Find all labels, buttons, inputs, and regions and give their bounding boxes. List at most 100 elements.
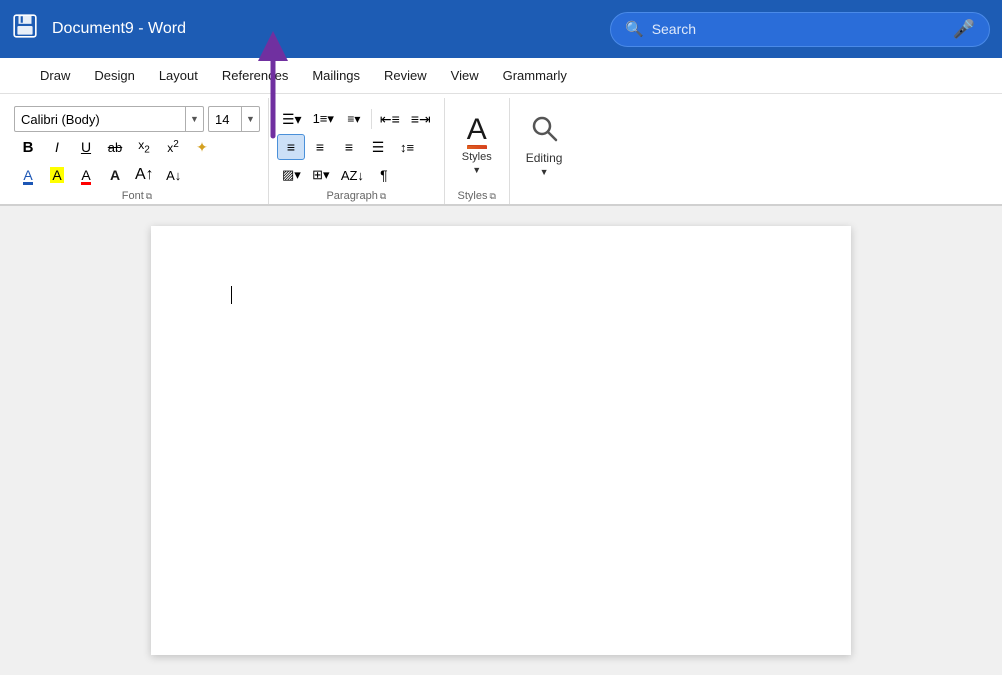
menu-item-design[interactable]: Design (82, 58, 146, 93)
menu-item-mailings[interactable]: Mailings (300, 58, 372, 93)
borders-icon: ⊞▾ (312, 167, 329, 183)
font-size-dropdown[interactable]: 14 ▼ (208, 106, 260, 132)
grow-font-icon: A↑ (135, 166, 154, 184)
menu-item-grammarly[interactable]: Grammarly (491, 58, 579, 93)
text-effects-icon: A (110, 167, 120, 183)
menu-bar: Draw Design Layout References Mailings R… (0, 58, 1002, 94)
font-section-label: Font (122, 190, 144, 202)
font-name-dropdown[interactable]: Calibri (Body) ▼ (14, 106, 204, 132)
superscript-button[interactable]: x2 (159, 134, 187, 160)
decrease-indent-button[interactable]: ⇤≡ (375, 106, 405, 132)
borders-button[interactable]: ⊞▾ (307, 162, 335, 188)
text-cursor (231, 286, 232, 304)
paragraph-section: ☰▾ 1≡▾ ≡▾ ⇤≡ ≡⇥ (269, 98, 445, 204)
justify-icon: ☰ (372, 139, 385, 156)
increase-indent-button[interactable]: ≡⇥ (406, 106, 436, 132)
font-size-value: 14 (209, 110, 241, 129)
italic-button[interactable]: I (43, 134, 71, 160)
search-input[interactable] (652, 21, 945, 37)
font-color2-button[interactable]: A (72, 162, 100, 188)
format-painter-icon: ✦ (196, 139, 208, 156)
document-page[interactable] (151, 226, 851, 655)
menu-item-references[interactable]: References (210, 58, 300, 93)
bullet-list-button[interactable]: ☰▾ (277, 106, 307, 132)
bullet-list-icon: ☰▾ (282, 111, 302, 128)
multilevel-list-button[interactable]: ≡▾ (340, 106, 368, 132)
menu-item-view[interactable]: View (439, 58, 491, 93)
decrease-indent-icon: ⇤≡ (380, 111, 400, 128)
styles-button[interactable]: A Styles ▼ (453, 112, 501, 178)
styles-section-label: Styles (458, 190, 488, 202)
font-expand-icon[interactable]: ⧉ (146, 191, 152, 202)
search-bar[interactable]: 🔍 🎤 (610, 12, 990, 47)
font-color-button[interactable]: A (14, 162, 42, 188)
menu-item-draw[interactable]: Draw (28, 58, 82, 93)
menu-item-review[interactable]: Review (372, 58, 439, 93)
styles-dropdown-icon: ▼ (472, 165, 481, 175)
font-size-arrow-icon: ▼ (241, 107, 259, 131)
line-spacing-button[interactable]: ↕≡ (393, 134, 421, 160)
title-bar: Document9 - Word 🔍 🎤 (0, 0, 1002, 58)
grow-font-button[interactable]: A↑ (130, 162, 159, 188)
strikethrough-button[interactable]: ab (101, 134, 129, 160)
styles-label: Styles (462, 151, 492, 163)
superscript-icon: x2 (167, 139, 179, 155)
align-center-button[interactable]: ≡ (306, 134, 334, 160)
justify-button[interactable]: ☰ (364, 134, 392, 160)
paragraph-section-label: Paragraph (326, 190, 377, 202)
text-effects-button[interactable]: A (101, 162, 129, 188)
editing-label: Editing (526, 151, 563, 165)
shading-icon: ▨▾ (282, 167, 301, 183)
save-icon[interactable] (12, 13, 38, 46)
font-section: Calibri (Body) ▼ 14 ▼ B (6, 98, 269, 204)
multilevel-list-icon: ≡▾ (347, 112, 360, 126)
show-formatting-icon: ¶ (380, 167, 388, 183)
bold-button[interactable]: B (14, 134, 42, 160)
subscript-button[interactable]: x2 (130, 134, 158, 160)
shrink-font-icon: A↓ (166, 168, 181, 183)
document-area[interactable] (0, 206, 1002, 675)
underline-icon: U (81, 139, 91, 155)
ribbon: Calibri (Body) ▼ 14 ▼ B (0, 94, 1002, 206)
shrink-font-button[interactable]: A↓ (160, 162, 188, 188)
font-name-value: Calibri (Body) (15, 110, 185, 129)
editing-button[interactable]: Editing ▼ (518, 111, 571, 180)
align-left-button[interactable]: ≡ (277, 134, 305, 160)
sort-button[interactable]: AZ↓ (336, 162, 369, 188)
numbered-list-button[interactable]: 1≡▾ (308, 106, 339, 132)
underline-button[interactable]: U (72, 134, 100, 160)
numbered-list-icon: 1≡▾ (313, 111, 334, 127)
text-highlight-icon: A (50, 167, 63, 183)
italic-icon: I (55, 139, 59, 155)
align-right-icon: ≡ (345, 139, 353, 155)
align-right-button[interactable]: ≡ (335, 134, 363, 160)
align-center-icon: ≡ (316, 139, 324, 155)
subscript-icon: x2 (138, 138, 150, 155)
shading-button[interactable]: ▨▾ (277, 162, 306, 188)
text-highlight-button[interactable]: A (43, 162, 71, 188)
font-color-icon: A (23, 167, 32, 183)
document-title: Document9 - Word (52, 20, 186, 38)
increase-indent-icon: ≡⇥ (411, 111, 431, 128)
show-formatting-button[interactable]: ¶ (370, 162, 398, 188)
editing-dropdown-icon: ▼ (540, 167, 549, 177)
format-painter-button[interactable]: ✦ (188, 134, 216, 160)
ribbon-container: Calibri (Body) ▼ 14 ▼ B (0, 94, 1002, 206)
editing-search-icon (530, 114, 558, 149)
styles-section: A Styles ▼ Styles ⧉ (445, 98, 510, 204)
paragraph-expand-icon[interactable]: ⧉ (380, 191, 386, 202)
strikethrough-icon: ab (108, 140, 122, 155)
sort-icon: AZ↓ (341, 168, 364, 183)
bold-icon: B (23, 139, 34, 156)
font-color2-icon: A (81, 167, 90, 183)
font-name-arrow-icon: ▼ (185, 107, 203, 131)
menu-item-file[interactable] (4, 58, 28, 93)
styles-expand-icon[interactable]: ⧉ (490, 191, 496, 202)
styles-a-icon: A (467, 115, 487, 149)
line-spacing-icon: ↕≡ (400, 140, 414, 155)
search-icon: 🔍 (625, 20, 644, 38)
editing-section: Editing ▼ _ (510, 98, 579, 204)
mic-icon[interactable]: 🎤 (953, 19, 975, 40)
menu-item-layout[interactable]: Layout (147, 58, 210, 93)
align-left-icon: ≡ (287, 139, 295, 155)
